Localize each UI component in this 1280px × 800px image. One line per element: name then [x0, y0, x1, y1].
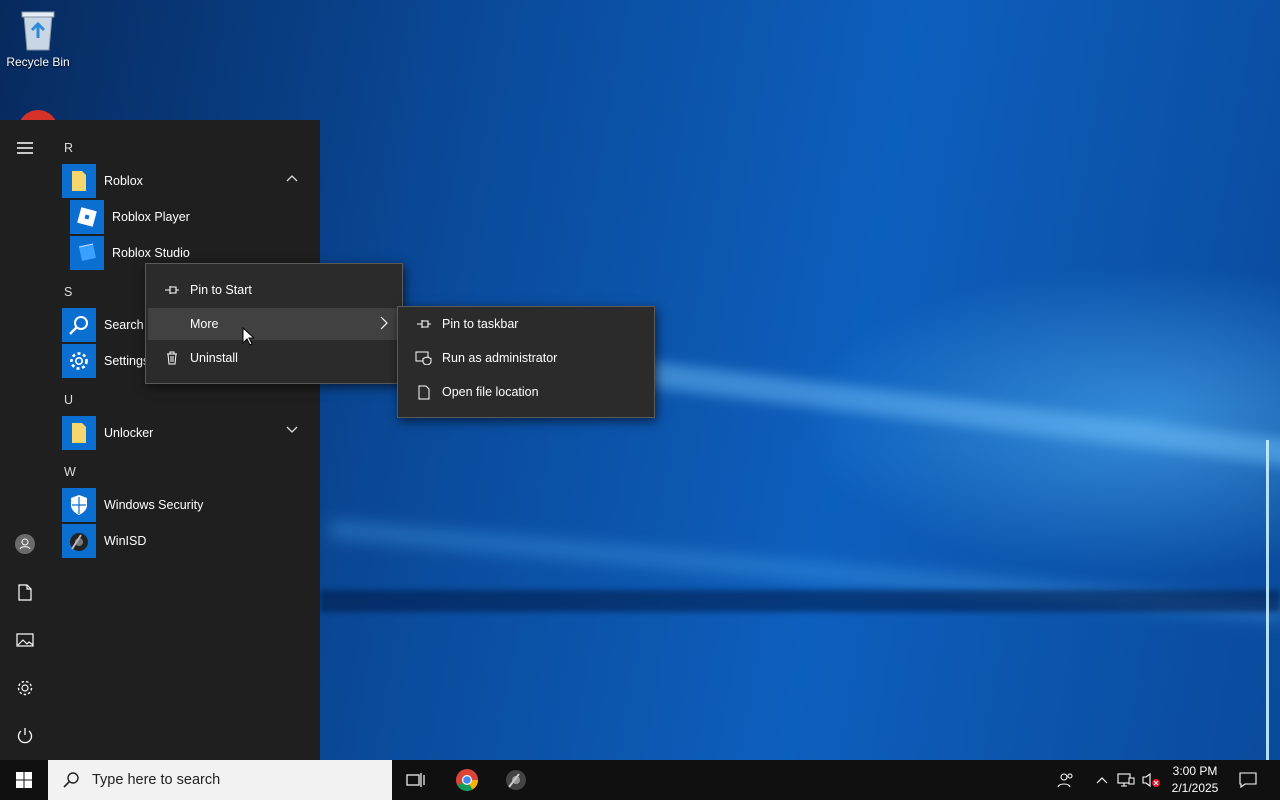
app-label: Roblox Studio — [112, 246, 190, 260]
section-letter-u[interactable]: U — [64, 393, 73, 407]
menu-item-label: Pin to taskbar — [442, 317, 519, 331]
section-letter-r[interactable]: R — [64, 141, 73, 155]
action-center-button[interactable] — [1228, 760, 1268, 800]
folder-icon — [62, 164, 96, 198]
people-icon — [1057, 773, 1073, 788]
windows-logo-icon — [16, 772, 32, 788]
app-label: Roblox Player — [112, 210, 190, 224]
menu-item-label: Pin to Start — [190, 283, 252, 297]
people-button[interactable] — [1046, 760, 1086, 800]
winisd-icon — [62, 524, 96, 558]
clock[interactable]: 3:00 PM 2/1/2025 — [1164, 763, 1226, 797]
wallpaper-shadow-band — [320, 590, 1280, 612]
documents-button[interactable] — [0, 570, 50, 614]
chevron-up-icon — [286, 175, 298, 182]
chevron-up-icon — [1096, 777, 1108, 784]
start-button[interactable] — [0, 760, 48, 800]
network-icon — [1117, 773, 1135, 787]
hamburger-icon — [17, 142, 33, 154]
menu-item-open-file-location[interactable]: Open file location — [400, 376, 652, 408]
wallpaper-logo-edge — [1266, 440, 1280, 760]
chevron-down-icon — [286, 426, 298, 433]
desktop-icon-recycle-bin[interactable]: Recycle Bin — [0, 8, 76, 69]
user-button[interactable] — [0, 522, 50, 566]
pictures-icon — [16, 633, 34, 647]
folder-icon — [62, 416, 96, 450]
menu-item-label: More — [190, 317, 219, 331]
task-view-button[interactable] — [392, 760, 440, 800]
search-icon — [63, 772, 79, 788]
app-label: Settings — [104, 354, 150, 368]
app-roblox-player[interactable]: Roblox Player — [70, 199, 320, 235]
taskbar-winisd[interactable] — [492, 760, 540, 800]
app-label: Search — [104, 318, 144, 332]
app-unlocker-folder[interactable]: Unlocker — [62, 415, 312, 451]
search-placeholder: Type here to search — [92, 772, 221, 788]
taskbar-search-box[interactable]: Type here to search — [48, 760, 392, 800]
section-letter-w[interactable]: W — [64, 465, 76, 479]
menu-item-label: Open file location — [442, 385, 539, 399]
settings-icon — [17, 680, 33, 696]
winisd-icon — [506, 770, 526, 790]
search-icon — [62, 308, 96, 342]
gear-icon — [62, 344, 96, 378]
recycle-bin-icon — [18, 8, 58, 52]
trash-icon — [160, 351, 184, 365]
taskbar: Type here to search 3:00 PM 2/1/2025 — [0, 760, 1280, 800]
mouse-cursor-icon — [242, 327, 254, 346]
notification-icon — [1239, 772, 1257, 788]
shield-window-icon — [412, 351, 436, 365]
roblox-studio-icon — [70, 236, 104, 270]
settings-button[interactable] — [0, 666, 50, 710]
chevron-right-icon — [380, 316, 388, 330]
section-letter-s[interactable]: S — [64, 285, 72, 299]
menu-item-label: Run as administrator — [442, 351, 558, 365]
start-rail — [0, 120, 50, 760]
document-icon — [18, 583, 32, 601]
menu-item-run-as-administrator[interactable]: Run as administrator — [400, 342, 652, 374]
app-label: WinISD — [104, 534, 147, 548]
power-icon — [17, 728, 33, 744]
menu-item-uninstall[interactable]: Uninstall — [148, 342, 400, 374]
app-windows-security[interactable]: Windows Security — [62, 487, 312, 523]
wallpaper-light-beam — [638, 360, 1280, 472]
submenu: Pin to taskbar Run as administrator Open… — [397, 306, 655, 418]
taskbar-chrome[interactable] — [443, 760, 491, 800]
volume-muted-icon — [1142, 772, 1160, 788]
user-icon — [15, 534, 35, 554]
pictures-button[interactable] — [0, 618, 50, 662]
start-menu: R Roblox Roblox Player Roblox Studio S S… — [0, 120, 320, 760]
menu-item-label: Uninstall — [190, 351, 238, 365]
power-button[interactable] — [0, 714, 50, 758]
app-label: Windows Security — [104, 498, 204, 512]
app-winisd[interactable]: WinISD — [62, 523, 312, 559]
app-roblox-folder[interactable]: Roblox — [62, 163, 312, 199]
show-hidden-icons-button[interactable] — [1090, 760, 1114, 800]
hamburger-button[interactable] — [0, 126, 50, 170]
app-list: R Roblox Roblox Player Roblox Studio S S… — [50, 120, 320, 760]
context-menu: Pin to Start More Uninstall — [145, 263, 403, 384]
shield-icon — [62, 488, 96, 522]
clock-time: 3:00 PM — [1172, 764, 1218, 778]
roblox-player-icon — [70, 200, 104, 234]
desktop-icon-label: Recycle Bin — [6, 55, 70, 69]
clock-date: 2/1/2025 — [1171, 781, 1219, 795]
task-view-icon — [406, 773, 425, 787]
network-button[interactable] — [1114, 760, 1138, 800]
app-label: Unlocker — [104, 426, 154, 440]
file-icon — [412, 385, 436, 400]
volume-button[interactable] — [1138, 760, 1164, 800]
menu-item-pin-to-start[interactable]: Pin to Start — [148, 274, 400, 306]
menu-item-more[interactable]: More — [148, 308, 400, 340]
chrome-icon — [456, 769, 478, 791]
pin-icon — [160, 284, 184, 296]
app-label: Roblox — [104, 174, 143, 188]
pin-icon — [412, 318, 436, 330]
menu-item-pin-to-taskbar[interactable]: Pin to taskbar — [400, 308, 652, 340]
